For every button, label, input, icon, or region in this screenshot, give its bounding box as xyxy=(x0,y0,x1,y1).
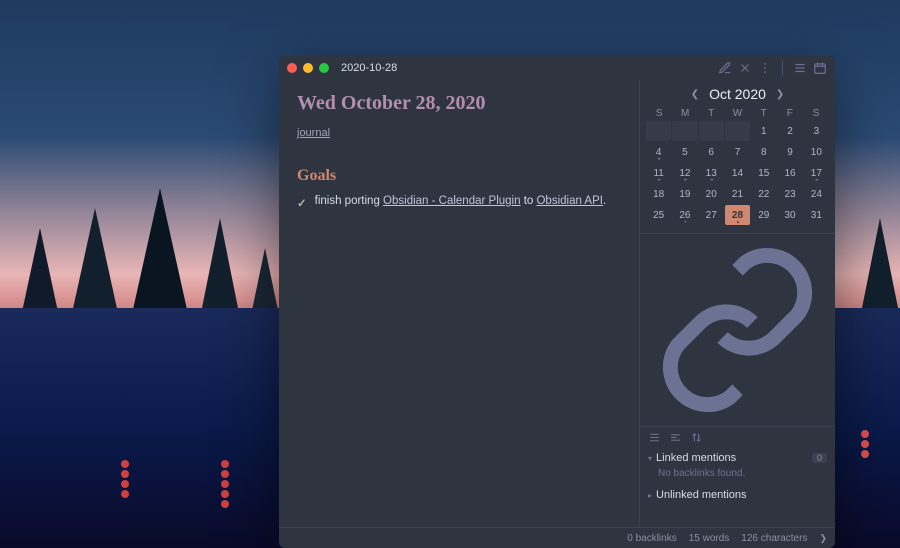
calendar-widget: ❮ Oct 2020 ❯ SMTWTFS 1234••567891011••12… xyxy=(640,80,835,233)
calendar-day-4[interactable]: 4•• xyxy=(646,142,671,162)
calendar-grid: 1234••567891011••12••13••14151617••18192… xyxy=(646,121,829,225)
sidebar-toggle-icon[interactable]: ❯ xyxy=(819,533,827,544)
calendar-icon[interactable] xyxy=(813,61,827,75)
calendar-day-27[interactable]: 27 xyxy=(699,205,724,225)
linked-count-badge: 0 xyxy=(812,453,827,463)
calendar-dow-row: SMTWTFS xyxy=(646,108,829,119)
calendar-day-12[interactable]: 12•• xyxy=(672,163,697,183)
calendar-day-13[interactable]: 13•• xyxy=(699,163,724,183)
calendar-day-28[interactable]: 28• xyxy=(725,205,750,225)
chevron-down-icon: ▾ xyxy=(648,454,652,463)
editor-pane[interactable]: Wed October 28, 2020 journal Goals ✓ fin… xyxy=(279,80,639,527)
link-obsidian-api[interactable]: Obsidian API xyxy=(536,195,602,207)
status-backlinks[interactable]: 0 backlinks xyxy=(627,533,676,544)
status-chars[interactable]: 126 characters xyxy=(741,533,807,544)
calendar-day-25[interactable]: 25 xyxy=(646,205,671,225)
calendar-next-icon[interactable]: ❯ xyxy=(776,89,784,100)
collapse-results-icon[interactable] xyxy=(648,431,661,444)
dow-cell: T xyxy=(698,108,724,119)
calendar-prev-icon[interactable]: ❮ xyxy=(691,89,699,100)
traffic-light-close[interactable] xyxy=(287,63,297,73)
calendar-day-8[interactable]: 8 xyxy=(751,142,776,162)
dow-cell: S xyxy=(646,108,672,119)
calendar-pad xyxy=(699,121,724,141)
calendar-day-17[interactable]: 17•• xyxy=(804,163,829,183)
link-pane-icon[interactable] xyxy=(640,234,835,426)
unlinked-mentions-header[interactable]: ▸ Unlinked mentions xyxy=(640,485,835,505)
linked-mentions-header[interactable]: ▾ Linked mentions 0 xyxy=(640,448,835,468)
link-calendar-plugin[interactable]: Obsidian - Calendar Plugin xyxy=(383,195,520,207)
tag-link-journal[interactable]: journal xyxy=(297,127,330,139)
more-icon[interactable] xyxy=(758,61,772,75)
status-words[interactable]: 15 words xyxy=(689,533,730,544)
calendar-day-14[interactable]: 14 xyxy=(725,163,750,183)
calendar-day-15[interactable]: 15 xyxy=(751,163,776,183)
calendar-pad xyxy=(646,121,671,141)
calendar-day-11[interactable]: 11•• xyxy=(646,163,671,183)
note-heading: Wed October 28, 2020 xyxy=(297,92,621,115)
calendar-day-29[interactable]: 29 xyxy=(751,205,776,225)
calendar-day-10[interactable]: 10 xyxy=(804,142,829,162)
calendar-day-23[interactable]: 23 xyxy=(777,184,802,204)
calendar-day-26[interactable]: 26• xyxy=(672,205,697,225)
collapse-icon[interactable] xyxy=(793,61,807,75)
calendar-day-22[interactable]: 22 xyxy=(751,184,776,204)
calendar-day-16[interactable]: 16 xyxy=(777,163,802,183)
calendar-day-20[interactable]: 20 xyxy=(699,184,724,204)
dow-cell: W xyxy=(724,108,750,119)
dow-cell: M xyxy=(672,108,698,119)
calendar-pad xyxy=(725,121,750,141)
edit-icon[interactable] xyxy=(718,61,732,75)
calendar-day-31[interactable]: 31 xyxy=(804,205,829,225)
calendar-day-24[interactable]: 24 xyxy=(804,184,829,204)
status-bar: 0 backlinks 15 words 126 characters ❯ xyxy=(279,527,835,548)
task-text: finish porting Obsidian - Calendar Plugi… xyxy=(315,195,607,207)
window-title: 2020-10-28 xyxy=(341,62,397,74)
dow-cell: S xyxy=(803,108,829,119)
chevron-right-icon: ▸ xyxy=(648,491,652,500)
sort-icon[interactable] xyxy=(690,431,703,444)
calendar-month-label[interactable]: Oct 2020 xyxy=(709,86,766,102)
calendar-day-30[interactable]: 30 xyxy=(777,205,802,225)
linked-empty-text: No backlinks found. xyxy=(640,468,835,485)
calendar-day-1[interactable]: 1 xyxy=(751,121,776,141)
calendar-day-18[interactable]: 18 xyxy=(646,184,671,204)
calendar-day-6[interactable]: 6 xyxy=(699,142,724,162)
show-context-icon[interactable] xyxy=(669,431,682,444)
dow-cell: T xyxy=(751,108,777,119)
app-window: 2020-10-28 Wed October 28, 2020 journal … xyxy=(279,56,835,548)
calendar-day-5[interactable]: 5 xyxy=(672,142,697,162)
close-tab-icon[interactable] xyxy=(738,61,752,75)
calendar-day-21[interactable]: 21 xyxy=(725,184,750,204)
calendar-day-2[interactable]: 2 xyxy=(777,121,802,141)
titlebar: 2020-10-28 xyxy=(279,56,835,80)
calendar-day-9[interactable]: 9 xyxy=(777,142,802,162)
backlinks-toolbar xyxy=(640,427,835,448)
check-icon[interactable]: ✓ xyxy=(297,196,307,210)
right-sidebar: ❮ Oct 2020 ❯ SMTWTFS 1234••567891011••12… xyxy=(639,80,835,527)
calendar-day-7[interactable]: 7 xyxy=(725,142,750,162)
dow-cell: F xyxy=(777,108,803,119)
task-item[interactable]: ✓ finish porting Obsidian - Calendar Plu… xyxy=(297,195,621,210)
calendar-day-3[interactable]: 3 xyxy=(804,121,829,141)
traffic-light-minimize[interactable] xyxy=(303,63,313,73)
goals-heading: Goals xyxy=(297,167,621,185)
calendar-day-19[interactable]: 19 xyxy=(672,184,697,204)
calendar-pad xyxy=(672,121,697,141)
traffic-light-zoom[interactable] xyxy=(319,63,329,73)
